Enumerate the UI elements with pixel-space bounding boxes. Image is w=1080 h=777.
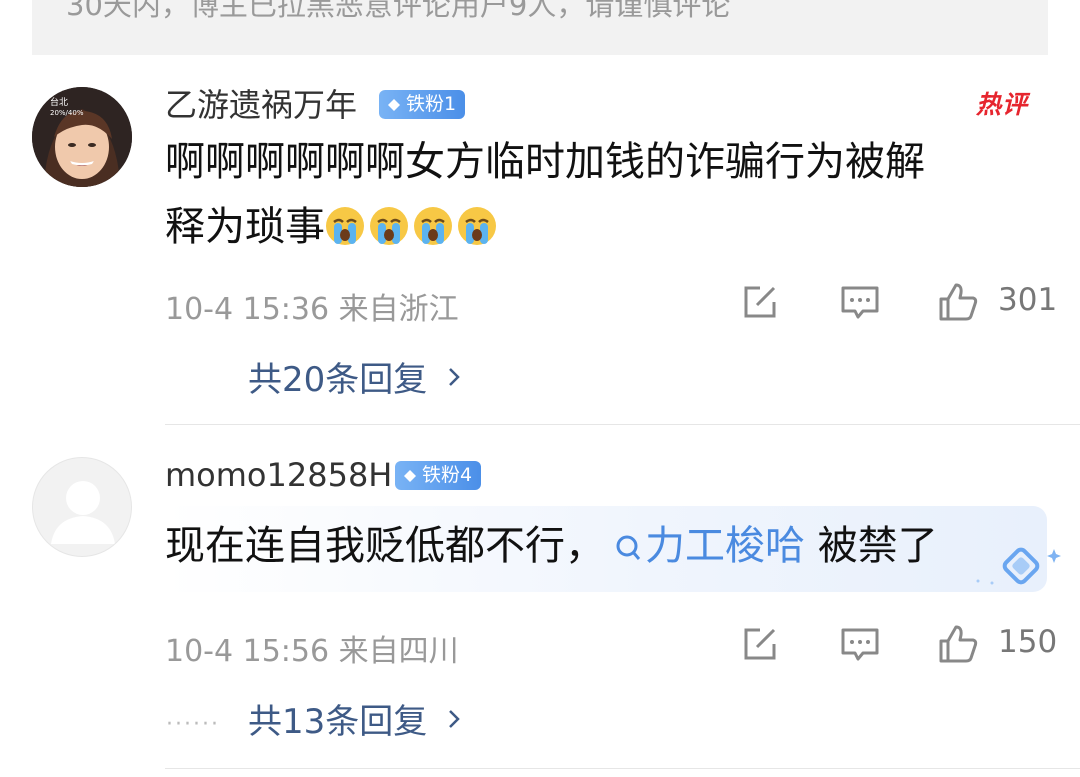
avatar-overlay-text: 20%/40% <box>50 109 84 117</box>
sparkle-diamond-icon <box>976 547 1061 585</box>
comment-text: 现在连自我贬低都不行， 力工梭哈 被禁了 <box>165 517 938 575</box>
edit-icon[interactable] <box>740 624 780 664</box>
badge-label: 铁粉4 <box>422 464 473 486</box>
search-icon <box>616 535 641 560</box>
cry-emoji <box>414 207 452 245</box>
replies-label: 共20条回复 <box>248 360 428 400</box>
badge-label: 铁粉1 <box>406 93 457 115</box>
comment-text-tail: 释为琐事 <box>165 204 325 250</box>
comment-icon[interactable] <box>840 624 880 664</box>
fan-badge[interactable]: 铁粉4 <box>395 461 482 490</box>
comment-icon[interactable] <box>840 282 880 322</box>
like-icon[interactable] <box>938 624 978 664</box>
divider <box>165 768 1080 769</box>
topic-link[interactable]: 力工梭哈 <box>605 523 805 569</box>
view-replies-link[interactable]: 共20条回复 <box>248 352 463 401</box>
like-count: 150 <box>998 624 1058 660</box>
avatar[interactable] <box>32 457 132 557</box>
edit-icon[interactable] <box>740 282 780 322</box>
thread-dots: ······ <box>166 712 220 737</box>
avatar-photo: 台北 20%/40% <box>32 87 132 187</box>
view-replies-link[interactable]: 共13条回复 <box>248 694 463 743</box>
diamond-icon <box>388 98 400 111</box>
cry-emoji <box>458 207 496 245</box>
cry-emoji <box>370 207 408 245</box>
comment-actions: 150 <box>0 624 1080 664</box>
svg-text:台北: 台北 <box>50 96 68 108</box>
blocked-users-notice: 30天内，博主已拉黑恶意评论用户9人，请谨慎评论 <box>32 0 1048 55</box>
username[interactable]: momo12858H <box>165 459 392 491</box>
like-icon[interactable] <box>938 282 978 322</box>
chevron-right-icon <box>449 367 461 386</box>
avatar[interactable]: 台北 20%/40% <box>32 87 132 187</box>
topic-label: 力工梭哈 <box>645 523 805 569</box>
replies-label: 共13条回复 <box>248 702 428 742</box>
chevron-right-icon <box>449 709 461 728</box>
like-count: 301 <box>998 282 1058 318</box>
divider <box>165 424 1080 425</box>
comment-actions: 301 <box>0 282 1080 322</box>
cry-emoji <box>326 207 364 245</box>
default-avatar-icon <box>51 481 115 544</box>
comment-text-before: 现在连自我贬低都不行， <box>165 523 605 569</box>
fan-badge[interactable]: 铁粉1 <box>379 90 466 119</box>
comment-text-after: 被禁了 <box>805 523 938 569</box>
comment-text-line1: 啊啊啊啊啊啊女方临时加钱的诈骗行为被解 <box>165 139 925 185</box>
username[interactable]: 乙游遗祸万年 <box>165 89 357 121</box>
diamond-icon <box>404 469 416 482</box>
comment-text-line2: 释为琐事 <box>165 198 501 256</box>
notice-text: 30天内，博主已拉黑恶意评论用户9人，请谨慎评论 <box>66 0 731 22</box>
hot-comment-label: 热评 <box>976 90 1029 119</box>
